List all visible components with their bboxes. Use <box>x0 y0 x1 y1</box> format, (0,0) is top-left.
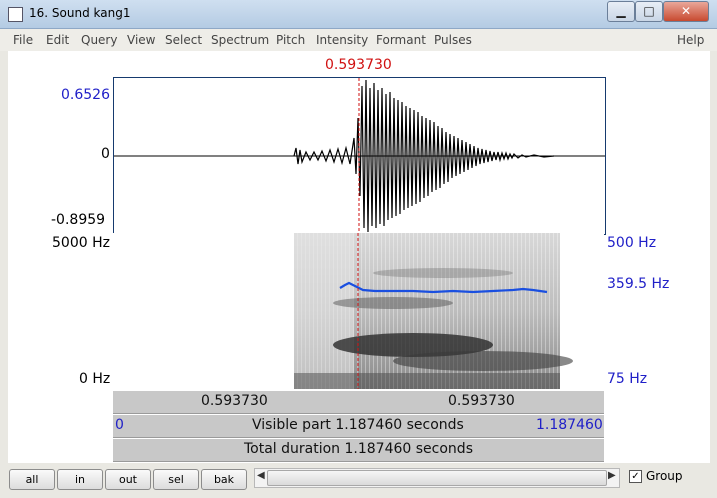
total-duration-bar[interactable]: Total duration 1.187460 seconds <box>113 438 604 462</box>
waveform-max-label: 0.6526 <box>61 87 110 103</box>
scroll-left-arrow-icon[interactable]: ◀ <box>257 470 267 481</box>
scroll-right-arrow-icon[interactable]: ▶ <box>608 470 618 481</box>
zoom-in-button[interactable]: in <box>57 469 103 490</box>
visible-start-time: 0 <box>115 417 124 433</box>
total-duration-label: Total duration 1.187460 seconds <box>244 441 473 457</box>
pitch-cursor-value-label: 359.5 Hz <box>607 276 670 292</box>
menu-file[interactable]: File <box>13 33 33 47</box>
waveform-min-label: -0.8959 <box>51 212 106 228</box>
menu-query[interactable]: Query <box>81 33 117 47</box>
window-app-icon <box>8 7 23 22</box>
waveform-graphic <box>114 78 605 234</box>
menu-intensity[interactable]: Intensity <box>316 33 368 47</box>
group-checkbox[interactable]: ✓ <box>629 470 642 483</box>
horizontal-scrollbar[interactable]: ◀ ▶ <box>254 468 620 488</box>
spectrogram-panel[interactable] <box>113 233 604 389</box>
title-bar: 16. Sound kang1 ▁ □ ✕ <box>0 0 717 29</box>
maximize-button[interactable]: □ <box>635 1 663 22</box>
group-label: Group <box>646 469 683 483</box>
menu-edit[interactable]: Edit <box>46 33 69 47</box>
bottom-toolbar: all in out sel bak ◀ ▶ ✓ Group <box>0 463 717 498</box>
pitch-top-label: 500 Hz <box>607 235 657 251</box>
zoom-selection-button[interactable]: sel <box>153 469 199 490</box>
visible-part-bar[interactable]: 0 Visible part 1.187460 seconds 1.187460 <box>113 414 604 438</box>
visible-part-label: Visible part 1.187460 seconds <box>252 417 464 433</box>
cursor-time-label: 0.593730 <box>325 57 392 73</box>
menu-pitch[interactable]: Pitch <box>276 33 305 47</box>
menu-spectrum[interactable]: Spectrum <box>211 33 269 47</box>
selection-right-time: 0.593730 <box>448 393 515 409</box>
spectrogram-top-freq-label: 5000 Hz <box>52 235 110 251</box>
menu-select[interactable]: Select <box>165 33 202 47</box>
spectrogram-graphic <box>294 233 573 389</box>
minimize-button[interactable]: ▁ <box>607 1 635 22</box>
selection-bar[interactable]: 0.593730 0.593730 <box>113 390 604 414</box>
menu-view[interactable]: View <box>127 33 155 47</box>
zoom-all-button[interactable]: all <box>9 469 55 490</box>
waveform-panel[interactable] <box>113 77 606 235</box>
visible-end-time: 1.187460 <box>536 417 603 433</box>
close-button[interactable]: ✕ <box>663 1 709 22</box>
zoom-out-button[interactable]: out <box>105 469 151 490</box>
zoom-back-button[interactable]: bak <box>201 469 247 490</box>
pitch-bottom-label: 75 Hz <box>607 371 648 387</box>
menu-formant[interactable]: Formant <box>376 33 426 47</box>
selection-left-time: 0.593730 <box>201 393 268 409</box>
menu-help[interactable]: Help <box>677 33 704 47</box>
spectrogram-bottom-freq-label: 0 Hz <box>79 371 111 387</box>
window-title: 16. Sound kang1 <box>29 6 131 20</box>
scroll-thumb[interactable] <box>267 470 607 486</box>
menu-pulses[interactable]: Pulses <box>434 33 472 47</box>
praat-sound-window: 16. Sound kang1 ▁ □ ✕ File Edit Query Vi… <box>0 0 717 498</box>
waveform-zero-label: 0 <box>101 146 110 162</box>
menu-bar: File Edit Query View Select Spectrum Pit… <box>0 29 717 51</box>
